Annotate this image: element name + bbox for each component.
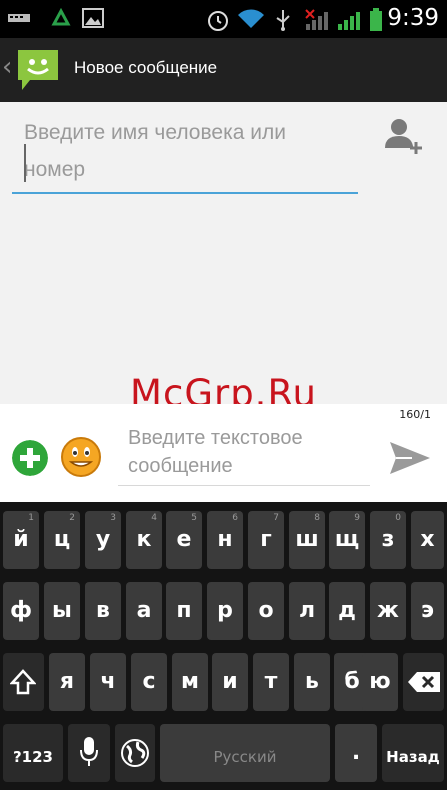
key-ы[interactable]: ы <box>44 582 80 640</box>
globe-icon <box>121 739 149 767</box>
key-ь[interactable]: ь <box>294 653 330 711</box>
usb-icon <box>276 10 290 31</box>
key-у[interactable]: у3 <box>85 511 121 569</box>
key-в[interactable]: в <box>85 582 121 640</box>
back-chevron-icon[interactable]: ‹ <box>2 52 12 82</box>
key-я[interactable]: я <box>49 653 85 711</box>
keyboard: й1 ц2 у3 к4 е5 н6 г7 ш8 щ9 з0 х ф ы в а … <box>0 502 447 790</box>
microphone-icon <box>80 737 98 766</box>
language-key[interactable] <box>115 724 155 782</box>
key-и[interactable]: и <box>212 653 248 711</box>
add-contact-icon[interactable] <box>383 116 427 156</box>
key-ч[interactable]: ч <box>90 653 126 711</box>
message-placeholder-line2: сообщение <box>128 455 233 477</box>
symbols-key[interactable]: ?123 <box>3 724 63 782</box>
key-г[interactable]: г7 <box>248 511 284 569</box>
shift-icon <box>10 669 36 695</box>
key-р[interactable]: р <box>207 582 243 640</box>
key-т[interactable]: т <box>253 653 289 711</box>
recycle-icon <box>51 8 71 26</box>
image-icon <box>82 8 104 28</box>
alarm-icon <box>208 11 228 31</box>
key-а[interactable]: а <box>126 582 162 640</box>
no-signal-icon <box>305 9 328 30</box>
battery-icon <box>370 8 382 31</box>
message-placeholder-line1: Введите текстовое <box>128 427 303 449</box>
smiley-icon[interactable] <box>60 436 102 478</box>
key-д[interactable]: д <box>329 582 365 640</box>
key-л[interactable]: л <box>289 582 325 640</box>
key-н[interactable]: н6 <box>207 511 243 569</box>
key-е[interactable]: е5 <box>166 511 202 569</box>
key-с[interactable]: с <box>131 653 167 711</box>
backspace-icon <box>408 672 440 692</box>
text-caret <box>24 144 26 182</box>
recipient-input[interactable]: Введите имя человека или номер <box>12 114 358 194</box>
enter-key[interactable]: Назад <box>382 724 444 782</box>
recipient-area: Введите имя человека или номер <box>0 102 447 404</box>
period-key[interactable]: . <box>335 724 377 782</box>
key-к[interactable]: к4 <box>126 511 162 569</box>
recipient-placeholder-line1: Введите имя человека или <box>24 121 286 144</box>
signal-icon <box>338 12 360 30</box>
key-ю[interactable]: ю <box>362 653 398 711</box>
backspace-key[interactable] <box>403 653 444 711</box>
key-ф[interactable]: ф <box>3 582 39 640</box>
voice-input-key[interactable] <box>68 724 110 782</box>
key-й[interactable]: й1 <box>3 511 39 569</box>
character-counter: 160/1 <box>399 408 431 421</box>
key-з[interactable]: з0 <box>370 511 406 569</box>
keyboard-icon <box>8 14 30 22</box>
recipient-placeholder-line2: номер <box>24 158 86 181</box>
key-ш[interactable]: ш8 <box>289 511 325 569</box>
action-bar: ‹ Новое сообщение <box>0 38 447 103</box>
attach-plus-icon[interactable] <box>12 440 48 476</box>
send-icon[interactable] <box>388 438 432 478</box>
message-input[interactable]: Введите текстовое сообщение <box>118 424 370 486</box>
key-щ[interactable]: щ9 <box>329 511 365 569</box>
clock: 9:39 <box>387 5 439 31</box>
compose-area: 160/1 Введите текстовое сообщение <box>0 404 447 502</box>
status-bar: 9:39 <box>0 0 447 38</box>
shift-key[interactable] <box>3 653 44 711</box>
page-title: Новое сообщение <box>74 58 218 77</box>
space-key[interactable]: Русский <box>160 724 330 782</box>
key-ж[interactable]: ж <box>370 582 406 640</box>
key-э[interactable]: э <box>411 582 444 640</box>
messaging-app-icon[interactable] <box>14 48 62 92</box>
key-о[interactable]: о <box>248 582 284 640</box>
key-ц[interactable]: ц2 <box>44 511 80 569</box>
wifi-icon <box>238 9 264 28</box>
key-м[interactable]: м <box>172 653 208 711</box>
key-х[interactable]: х <box>411 511 444 569</box>
key-п[interactable]: п <box>166 582 202 640</box>
